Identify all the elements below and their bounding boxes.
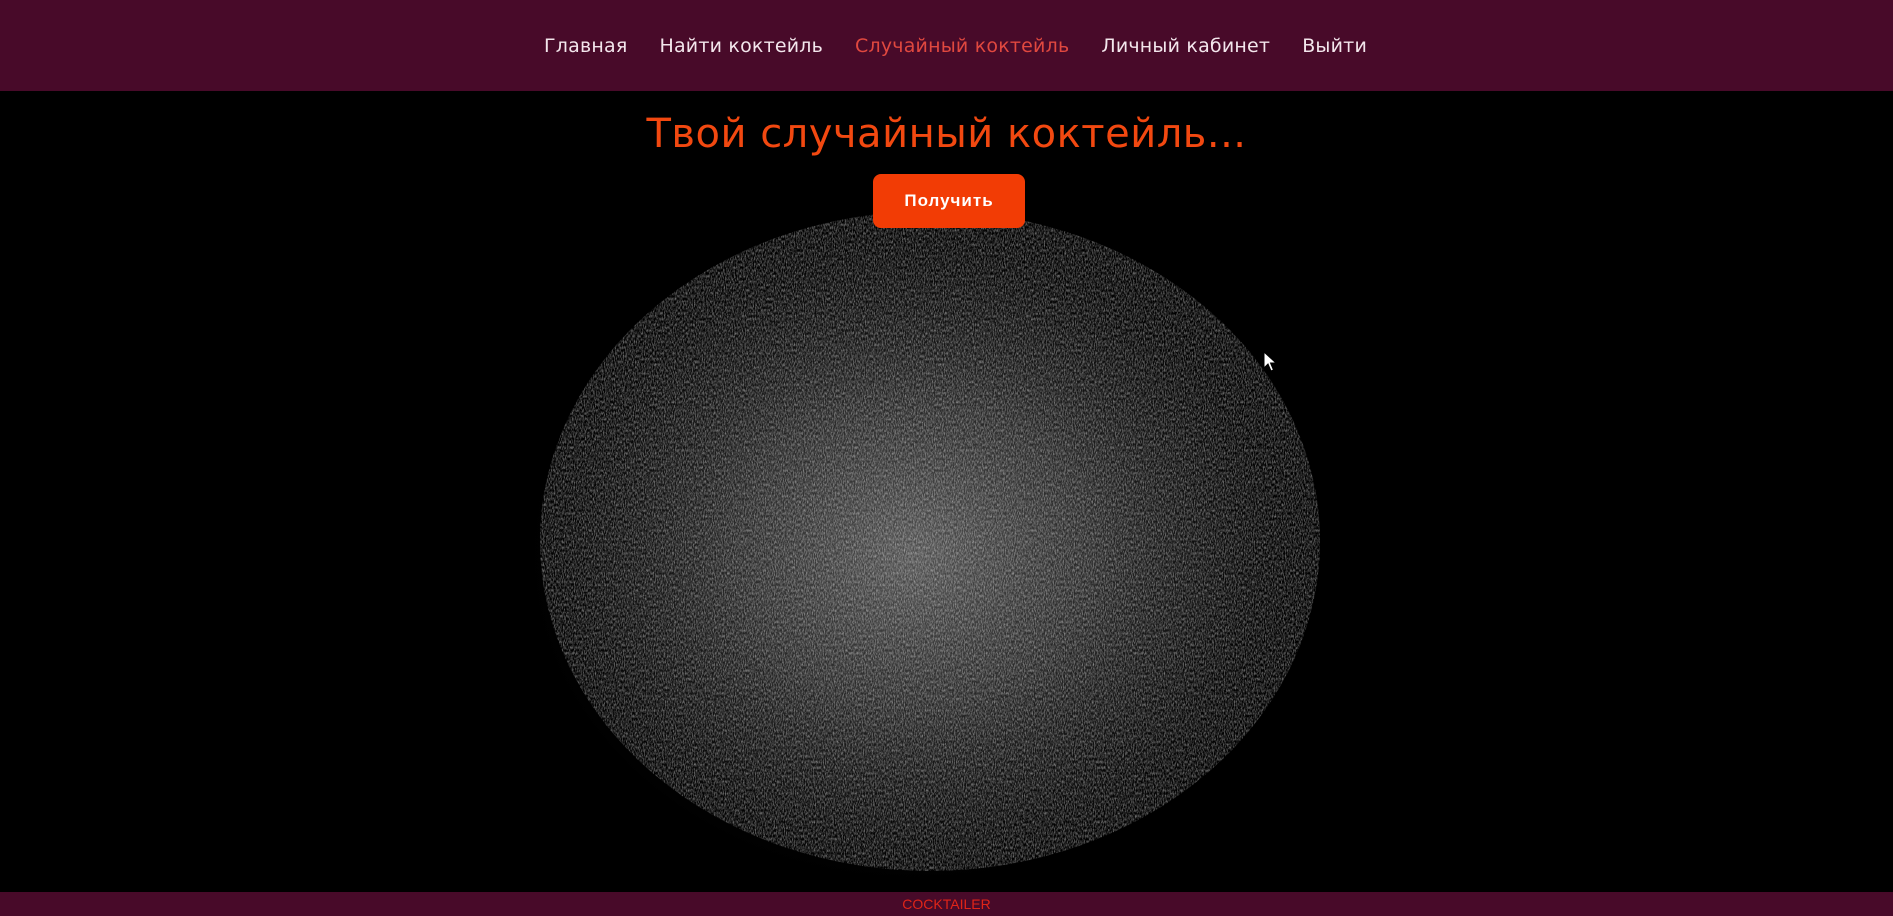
footer-brand: COCKTAILER — [902, 896, 991, 912]
mouse-pointer-icon — [1263, 351, 1277, 372]
nav-item-find-cocktail[interactable]: Найти коктейль — [659, 35, 823, 57]
nav-item-logout[interactable]: Выйти — [1302, 35, 1367, 57]
main-content: Твой случайный коктейль... Получить — [0, 91, 1893, 892]
page: Главная Найти коктейль Случайный коктейл… — [0, 0, 1893, 916]
nav-item-home[interactable]: Главная — [544, 35, 627, 57]
nav-item-random-cocktail[interactable]: Случайный коктейль — [855, 35, 1069, 57]
page-heading: Твой случайный коктейль... — [646, 111, 1247, 157]
chalk-texture-background — [530, 201, 1330, 881]
nav-item-account[interactable]: Личный кабинет — [1101, 35, 1270, 57]
top-navigation: Главная Найти коктейль Случайный коктейл… — [0, 0, 1893, 91]
get-random-cocktail-button[interactable]: Получить — [873, 174, 1025, 228]
nav-list: Главная Найти коктейль Случайный коктейл… — [526, 35, 1367, 57]
footer: COCKTAILER — [0, 892, 1893, 916]
